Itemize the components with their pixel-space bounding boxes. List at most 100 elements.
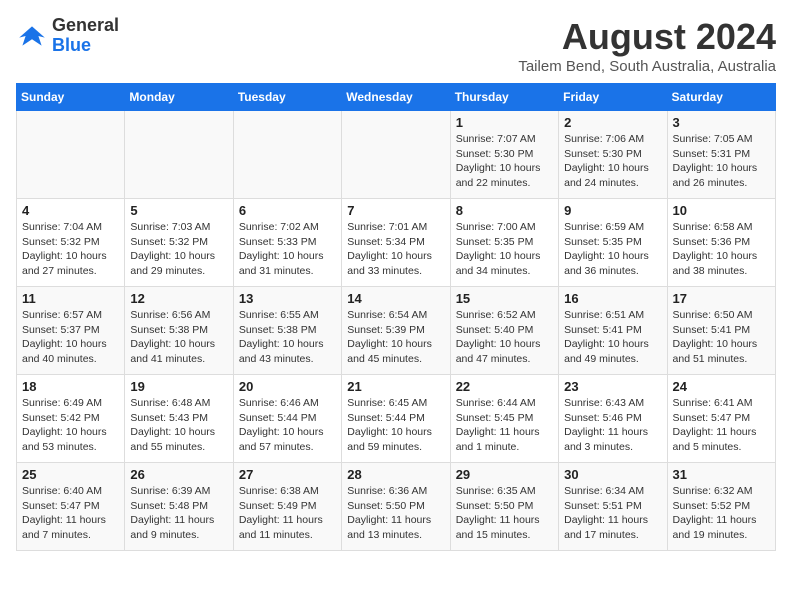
day-info: Sunrise: 6:54 AMSunset: 5:39 PMDaylight:… (347, 308, 444, 367)
day-number: 31 (673, 467, 770, 482)
calendar-cell: 25 Sunrise: 6:40 AMSunset: 5:47 PMDayligh… (17, 463, 125, 551)
calendar-cell: 12 Sunrise: 6:56 AMSunset: 5:38 PMDayligh… (125, 287, 233, 375)
calendar-cell: 2 Sunrise: 7:06 AMSunset: 5:30 PMDaylight… (559, 111, 667, 199)
day-number: 15 (456, 291, 553, 306)
day-info: Sunrise: 6:39 AMSunset: 5:48 PMDaylight:… (130, 484, 227, 543)
day-info: Sunrise: 6:35 AMSunset: 5:50 PMDaylight:… (456, 484, 553, 543)
day-number: 19 (130, 379, 227, 394)
calendar-cell: 16 Sunrise: 6:51 AMSunset: 5:41 PMDayligh… (559, 287, 667, 375)
col-header-monday: Monday (125, 84, 233, 111)
calendar-cell: 17 Sunrise: 6:50 AMSunset: 5:41 PMDayligh… (667, 287, 775, 375)
calendar-cell: 29 Sunrise: 6:35 AMSunset: 5:50 PMDayligh… (450, 463, 558, 551)
day-number: 8 (456, 203, 553, 218)
day-info: Sunrise: 7:00 AMSunset: 5:35 PMDaylight:… (456, 220, 553, 279)
calendar-cell: 18 Sunrise: 6:49 AMSunset: 5:42 PMDayligh… (17, 375, 125, 463)
day-number: 16 (564, 291, 661, 306)
page-header: GeneralBlue August 2024 Tailem Bend, Sou… (16, 16, 776, 75)
col-header-wednesday: Wednesday (342, 84, 450, 111)
calendar-cell: 26 Sunrise: 6:39 AMSunset: 5:48 PMDayligh… (125, 463, 233, 551)
day-number: 29 (456, 467, 553, 482)
calendar-header-row: SundayMondayTuesdayWednesdayThursdayFrid… (17, 84, 776, 111)
day-number: 5 (130, 203, 227, 218)
day-info: Sunrise: 6:55 AMSunset: 5:38 PMDaylight:… (239, 308, 336, 367)
day-number: 13 (239, 291, 336, 306)
day-number: 14 (347, 291, 444, 306)
day-info: Sunrise: 6:34 AMSunset: 5:51 PMDaylight:… (564, 484, 661, 543)
day-number: 27 (239, 467, 336, 482)
calendar-cell (233, 111, 341, 199)
day-number: 23 (564, 379, 661, 394)
calendar-cell: 5 Sunrise: 7:03 AMSunset: 5:32 PMDaylight… (125, 199, 233, 287)
calendar-cell: 28Sunrise: 6:36 AMSunset: 5:50 PMDayligh… (342, 463, 450, 551)
calendar-cell: 9Sunrise: 6:59 AMSunset: 5:35 PMDaylight… (559, 199, 667, 287)
logo-bird-icon (16, 20, 48, 52)
day-info: Sunrise: 6:57 AMSunset: 5:37 PMDaylight:… (22, 308, 119, 367)
day-number: 1 (456, 115, 553, 130)
day-number: 25 (22, 467, 119, 482)
day-info: Sunrise: 6:45 AMSunset: 5:44 PMDaylight:… (347, 396, 444, 455)
day-info: Sunrise: 6:52 AMSunset: 5:40 PMDaylight:… (456, 308, 553, 367)
title-section: August 2024 Tailem Bend, South Australia… (518, 16, 776, 75)
day-info: Sunrise: 6:48 AMSunset: 5:43 PMDaylight:… (130, 396, 227, 455)
day-info: Sunrise: 6:46 AMSunset: 5:44 PMDaylight:… (239, 396, 336, 455)
day-info: Sunrise: 7:06 AMSunset: 5:30 PMDaylight:… (564, 132, 661, 191)
logo-text: GeneralBlue (52, 16, 119, 56)
week-row-1: 1Sunrise: 7:07 AMSunset: 5:30 PMDaylight… (17, 111, 776, 199)
calendar-cell (17, 111, 125, 199)
calendar-cell: 22 Sunrise: 6:44 AMSunset: 5:45 PMDayligh… (450, 375, 558, 463)
logo: GeneralBlue (16, 16, 119, 56)
calendar-cell: 19 Sunrise: 6:48 AMSunset: 5:43 PMDayligh… (125, 375, 233, 463)
day-number: 17 (673, 291, 770, 306)
col-header-sunday: Sunday (17, 84, 125, 111)
day-info: Sunrise: 6:49 AMSunset: 5:42 PMDaylight:… (22, 396, 119, 455)
col-header-tuesday: Tuesday (233, 84, 341, 111)
calendar-cell: 11 Sunrise: 6:57 AMSunset: 5:37 PMDayligh… (17, 287, 125, 375)
calendar-cell: 7Sunrise: 7:01 AMSunset: 5:34 PMDaylight… (342, 199, 450, 287)
day-number: 22 (456, 379, 553, 394)
day-number: 3 (673, 115, 770, 130)
day-info: Sunrise: 7:03 AMSunset: 5:32 PMDaylight:… (130, 220, 227, 279)
calendar-cell (342, 111, 450, 199)
calendar-cell: 4Sunrise: 7:04 AMSunset: 5:32 PMDaylight… (17, 199, 125, 287)
day-info: Sunrise: 6:43 AMSunset: 5:46 PMDaylight:… (564, 396, 661, 455)
calendar-cell: 1Sunrise: 7:07 AMSunset: 5:30 PMDaylight… (450, 111, 558, 199)
calendar-cell: 6 Sunrise: 7:02 AMSunset: 5:33 PMDaylight… (233, 199, 341, 287)
day-number: 11 (22, 291, 119, 306)
day-number: 28 (347, 467, 444, 482)
day-number: 18 (22, 379, 119, 394)
day-info: Sunrise: 6:56 AMSunset: 5:38 PMDaylight:… (130, 308, 227, 367)
calendar-cell: 10Sunrise: 6:58 AMSunset: 5:36 PMDayligh… (667, 199, 775, 287)
day-info: Sunrise: 6:38 AMSunset: 5:49 PMDaylight:… (239, 484, 336, 543)
col-header-saturday: Saturday (667, 84, 775, 111)
day-info: Sunrise: 6:41 AMSunset: 5:47 PMDaylight:… (673, 396, 770, 455)
col-header-thursday: Thursday (450, 84, 558, 111)
day-number: 30 (564, 467, 661, 482)
day-number: 24 (673, 379, 770, 394)
day-number: 6 (239, 203, 336, 218)
calendar-table: SundayMondayTuesdayWednesdayThursdayFrid… (16, 83, 776, 551)
day-info: Sunrise: 7:05 AMSunset: 5:31 PMDaylight:… (673, 132, 770, 191)
main-title: August 2024 (518, 16, 776, 58)
calendar-cell: 20 Sunrise: 6:46 AMSunset: 5:44 PMDayligh… (233, 375, 341, 463)
calendar-cell: 23 Sunrise: 6:43 AMSunset: 5:46 PMDayligh… (559, 375, 667, 463)
day-info: Sunrise: 6:44 AMSunset: 5:45 PMDaylight:… (456, 396, 553, 455)
day-number: 21 (347, 379, 444, 394)
calendar-cell: 3 Sunrise: 7:05 AMSunset: 5:31 PMDaylight… (667, 111, 775, 199)
calendar-cell (125, 111, 233, 199)
calendar-cell: 27 Sunrise: 6:38 AMSunset: 5:49 PMDayligh… (233, 463, 341, 551)
day-number: 12 (130, 291, 227, 306)
day-info: Sunrise: 6:51 AMSunset: 5:41 PMDaylight:… (564, 308, 661, 367)
day-info: Sunrise: 6:32 AMSunset: 5:52 PMDaylight:… (673, 484, 770, 543)
day-number: 26 (130, 467, 227, 482)
day-number: 10 (673, 203, 770, 218)
calendar-cell: 30 Sunrise: 6:34 AMSunset: 5:51 PMDayligh… (559, 463, 667, 551)
calendar-cell: 21 Sunrise: 6:45 AMSunset: 5:44 PMDayligh… (342, 375, 450, 463)
day-info: Sunrise: 7:04 AMSunset: 5:32 PMDaylight:… (22, 220, 119, 279)
day-info: Sunrise: 6:50 AMSunset: 5:41 PMDaylight:… (673, 308, 770, 367)
day-number: 20 (239, 379, 336, 394)
day-info: Sunrise: 7:02 AMSunset: 5:33 PMDaylight:… (239, 220, 336, 279)
week-row-5: 25 Sunrise: 6:40 AMSunset: 5:47 PMDayligh… (17, 463, 776, 551)
day-info: Sunrise: 6:40 AMSunset: 5:47 PMDaylight:… (22, 484, 119, 543)
calendar-cell: 24 Sunrise: 6:41 AMSunset: 5:47 PMDayligh… (667, 375, 775, 463)
day-number: 2 (564, 115, 661, 130)
